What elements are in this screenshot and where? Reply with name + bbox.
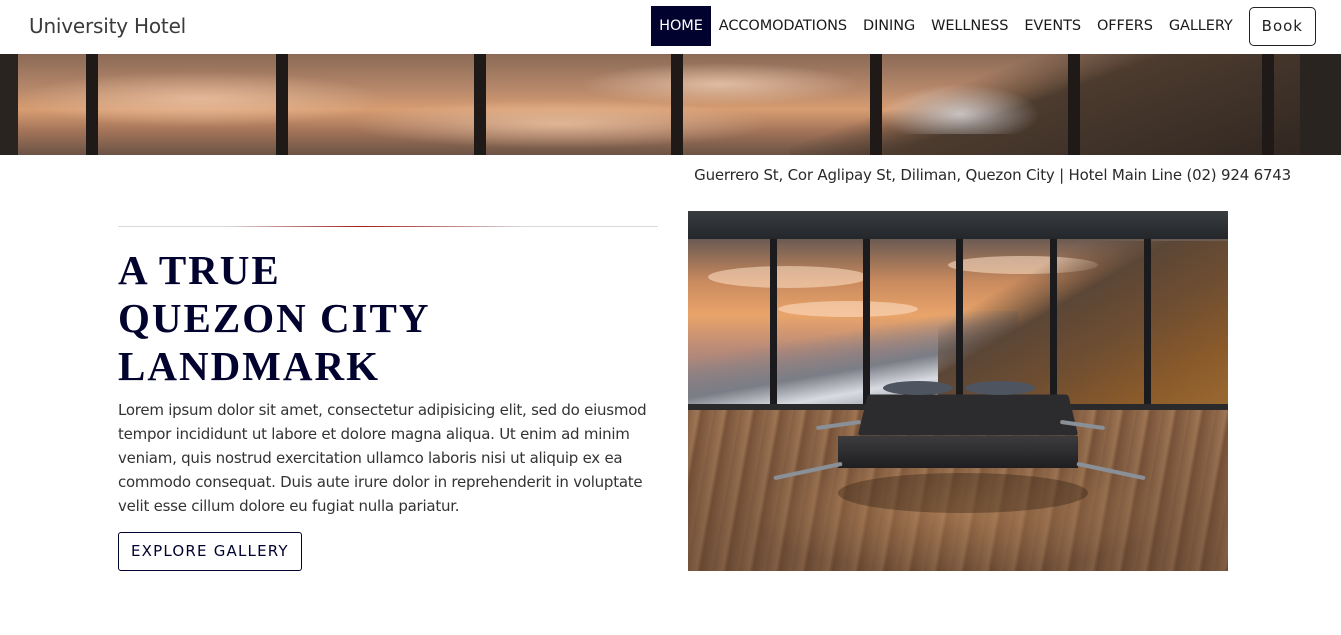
photo-cloud: [708, 266, 868, 288]
hotel-address-line: Guerrero St, Cor Aglipay St, Diliman, Qu…: [694, 166, 1291, 184]
photo-window-bar: [1144, 239, 1151, 409]
nav-item-events[interactable]: EVENTS: [1016, 6, 1089, 46]
nav-item-accomodations[interactable]: ACCOMODATIONS: [711, 6, 855, 46]
banner-window-bar: [1068, 54, 1080, 155]
banner-window-bar: [1262, 54, 1274, 155]
nav-item-home[interactable]: HOME: [651, 6, 711, 46]
nav-item-gallery[interactable]: GALLERY: [1161, 6, 1241, 46]
photo-bed-shadow: [838, 473, 1088, 513]
book-button[interactable]: Book: [1248, 6, 1316, 46]
photo-window-bar: [1050, 239, 1057, 409]
photo-window-bar: [863, 239, 870, 409]
headline-line: LANDMARK: [118, 343, 380, 389]
photo-ceiling: [688, 211, 1228, 239]
banner-window-bar: [276, 54, 288, 155]
explore-gallery-button[interactable]: EXPLORE GALLERY: [118, 532, 302, 571]
hotel-room-photo: [688, 211, 1228, 571]
nav-item-offers[interactable]: OFFERS: [1089, 6, 1161, 46]
banner-window-bar: [474, 54, 486, 155]
banner-window-bar: [870, 54, 882, 155]
headline-line: QUEZON CITY: [118, 295, 431, 341]
photo-window-bar: [956, 239, 963, 409]
photo-bed-frame: [838, 436, 1078, 468]
banner-window-bar: [671, 54, 683, 155]
navbar: University Hotel HOME ACCOMODATIONS DINI…: [0, 0, 1341, 54]
page-title: A TRUE QUEZON CITY LANDMARK: [118, 246, 638, 390]
main-nav: HOME ACCOMODATIONS DINING WELLNESS EVENT…: [651, 6, 1316, 46]
photo-window-bar: [770, 239, 777, 409]
nav-item-wellness[interactable]: WELLNESS: [923, 6, 1016, 46]
banner-window-bar: [86, 54, 98, 155]
banner-edge-right: [1300, 54, 1341, 155]
brand-logo-text[interactable]: University Hotel: [29, 14, 186, 38]
section-divider: [118, 226, 658, 227]
hero-banner-image: [0, 54, 1341, 155]
photo-pillow: [965, 381, 1035, 395]
nav-item-dining[interactable]: DINING: [855, 6, 923, 46]
headline-line: A TRUE: [118, 247, 281, 293]
banner-edge-left: [0, 54, 18, 155]
photo-bed-top: [857, 394, 1079, 436]
photo-pillow: [883, 381, 953, 395]
intro-paragraph: Lorem ipsum dolor sit amet, consectetur …: [118, 401, 647, 515]
